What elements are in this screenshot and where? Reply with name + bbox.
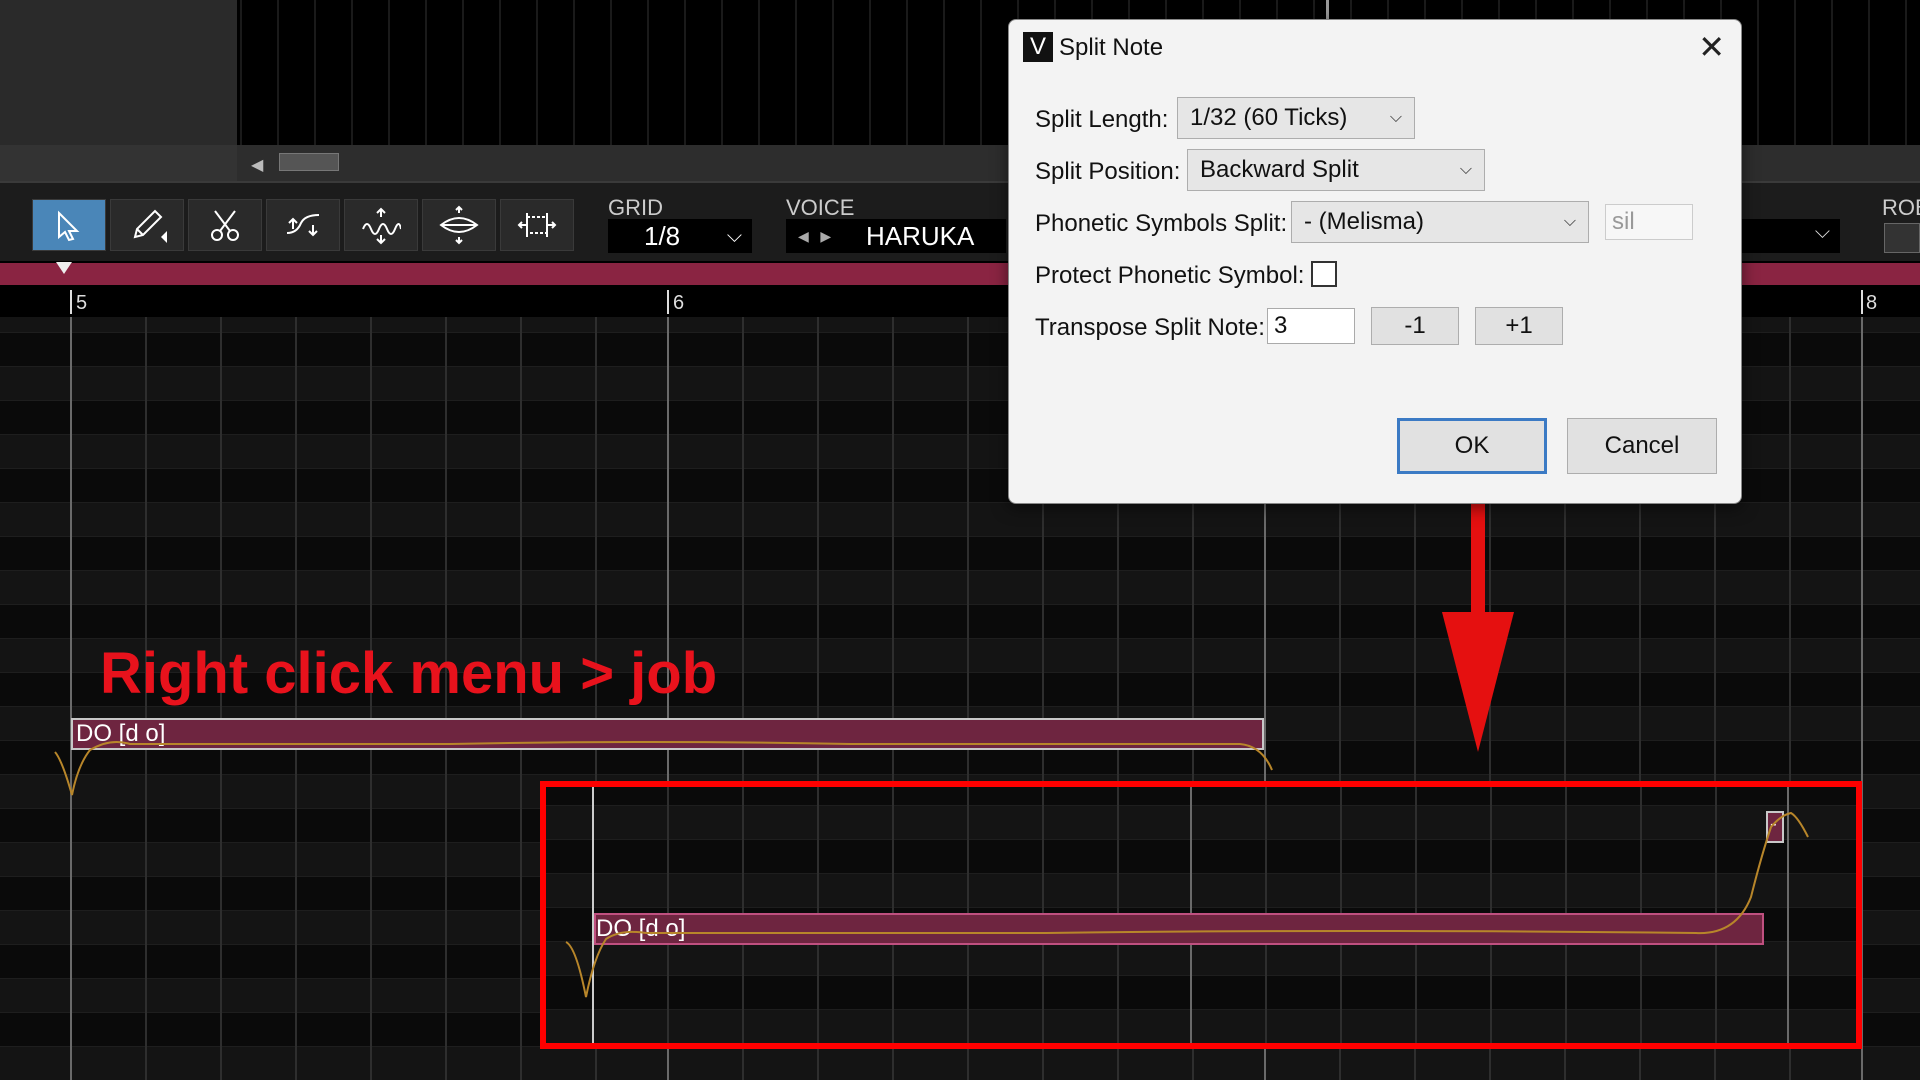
ok-button[interactable]: OK: [1397, 418, 1547, 474]
close-icon[interactable]: ✕: [1698, 28, 1725, 66]
annotation-text: Right click menu > job: [100, 641, 718, 706]
split-length-value: 1/32 (60 Ticks): [1190, 104, 1348, 131]
transpose-minus-button[interactable]: -1: [1371, 307, 1459, 345]
grid-line: [70, 317, 72, 1080]
split-length-label: Split Length:: [1035, 106, 1169, 133]
split-tool-button[interactable]: [188, 199, 262, 251]
stretch-icon: [517, 213, 557, 237]
right-select[interactable]: ⌵: [1740, 219, 1840, 253]
track-list-panel: [0, 0, 237, 145]
bar-tick: [1861, 290, 1863, 314]
scroll-left-icon[interactable]: ◀: [251, 155, 263, 175]
track-list-footer: [0, 145, 237, 181]
bar-tick: [667, 290, 669, 314]
protect-checkbox[interactable]: [1311, 261, 1337, 287]
phonetic-split-select[interactable]: - (Melisma) ⌵: [1291, 201, 1589, 243]
arrow-down-icon: [1442, 612, 1514, 752]
chevron-down-icon: ⌵: [1563, 213, 1576, 230]
grid-select[interactable]: 1/8 ⌵: [608, 219, 752, 253]
transpose-value: 3: [1274, 312, 1288, 339]
voice-selector[interactable]: ◀ ▶ HARUKA: [786, 219, 1006, 253]
split-length-select[interactable]: 1/32 (60 Ticks) ⌵: [1177, 97, 1415, 139]
voice-name: HARUKA: [866, 221, 975, 251]
grid-label: GRID: [608, 195, 663, 220]
vibrato-icon: [362, 207, 401, 245]
pitch-curve-icon: [286, 214, 320, 237]
highlight-box: [540, 781, 1862, 1049]
bar-number: 5: [76, 292, 88, 314]
protect-label: Protect Phonetic Symbol:: [1035, 262, 1305, 289]
transpose-plus-button[interactable]: +1: [1475, 307, 1563, 345]
chevron-down-icon: ⌵: [726, 225, 742, 247]
dynamics-icon: [439, 205, 479, 245]
bar-number: 8: [1866, 292, 1878, 314]
phonetic-split-value: - (Melisma): [1304, 208, 1424, 235]
stretch-tool-button[interactable]: [500, 199, 574, 251]
split-position-label: Split Position:: [1035, 158, 1181, 185]
dialog-title: Split Note: [1059, 34, 1164, 61]
bar-tick: [70, 290, 72, 314]
grid-value: 1/8: [644, 221, 681, 251]
chevron-down-icon: ⌵: [1814, 221, 1830, 243]
dynamics-tool-button[interactable]: [422, 199, 496, 251]
transpose-input[interactable]: 3: [1267, 308, 1355, 344]
transpose-label: Transpose Split Note:: [1035, 314, 1265, 341]
rob-label: ROB: [1882, 195, 1920, 220]
arrow-shaft: [1471, 500, 1485, 630]
chevron-down-icon: ⌵: [1389, 109, 1402, 126]
rob-toggle[interactable]: [1884, 223, 1920, 253]
split-note-dialog: V Split Note ✕ Split Length: 1/32 (60 Ti…: [1008, 19, 1742, 504]
scroll-thumb[interactable]: [279, 153, 339, 171]
split-position-select[interactable]: Backward Split ⌵: [1187, 149, 1485, 191]
pointer-icon: [58, 210, 80, 242]
select-tool-button[interactable]: [32, 199, 106, 251]
bar-number: 6: [673, 292, 685, 314]
phonetic-split-label: Phonetic Symbols Split:: [1035, 210, 1288, 237]
loop-start-marker[interactable]: [56, 262, 72, 274]
split-position-value: Backward Split: [1200, 156, 1359, 183]
phonetic-split-symbol-value: sil: [1612, 208, 1635, 235]
voice-label: VOICE: [786, 195, 855, 220]
pencil-icon: [133, 209, 167, 243]
chevron-down-icon: ⌵: [1459, 161, 1472, 178]
pitch-tool-button[interactable]: [266, 199, 340, 251]
pencil-tool-button[interactable]: [110, 199, 184, 251]
vibrato-tool-button[interactable]: [344, 199, 418, 251]
app-logo-icon: V: [1023, 32, 1053, 62]
phonetic-split-symbol-field: sil: [1605, 204, 1693, 240]
cancel-button[interactable]: Cancel: [1567, 418, 1717, 474]
scissors-icon: [211, 210, 239, 241]
voice-nav-icon[interactable]: ◀ ▶: [798, 219, 831, 253]
